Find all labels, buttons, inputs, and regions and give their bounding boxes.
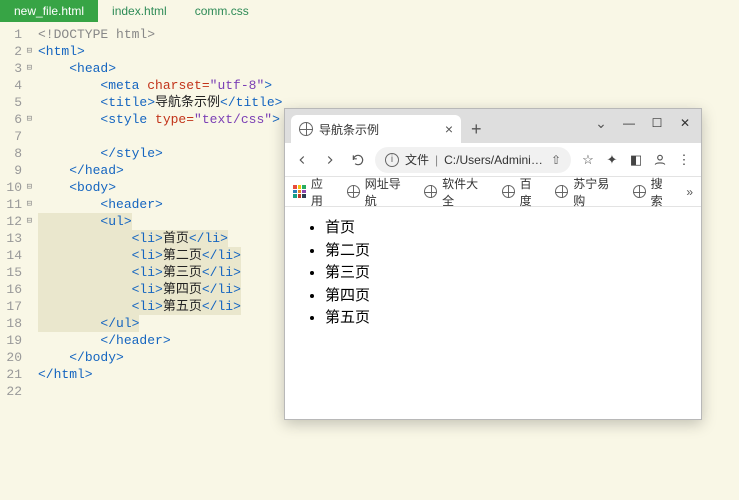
browser-tab[interactable]: 导航条示例 ×	[291, 115, 461, 143]
fold-toggle-icon[interactable]: ⊟	[24, 111, 32, 128]
page-list: 首页第二页第三页第四页第五页	[299, 217, 687, 330]
line-number: 2⊟	[0, 43, 34, 60]
page-viewport: 首页第二页第三页第四页第五页	[285, 207, 701, 419]
bookmark-item[interactable]: 软件大全	[424, 175, 489, 209]
forward-button[interactable]	[319, 149, 341, 171]
globe-icon	[502, 185, 515, 198]
line-number: 4	[0, 77, 34, 94]
list-item: 第三页	[325, 262, 687, 285]
new-tab-button[interactable]: +	[461, 115, 492, 143]
apps-label: 应用	[311, 175, 335, 209]
globe-icon	[424, 185, 437, 198]
line-number: 14	[0, 247, 34, 264]
apps-icon	[293, 185, 306, 198]
code-line[interactable]: <html>	[38, 43, 739, 60]
fold-toggle-icon[interactable]: ⊟	[24, 60, 32, 77]
fold-toggle-icon[interactable]: ⊟	[24, 213, 32, 230]
address-bar[interactable]: i 文件 | C:/Users/Administr... ⇧	[375, 147, 571, 173]
bookmark-item[interactable]: 苏宁易购	[555, 175, 620, 209]
line-number: 3⊟	[0, 60, 34, 77]
back-button[interactable]	[291, 149, 313, 171]
globe-icon	[555, 185, 568, 198]
apps-shortcut[interactable]: 应用	[293, 175, 335, 209]
line-number: 11⊟	[0, 196, 34, 213]
list-item: 第二页	[325, 240, 687, 263]
list-item: 第四页	[325, 285, 687, 308]
line-number: 22	[0, 383, 34, 400]
bookmark-label: 软件大全	[442, 175, 489, 209]
info-icon: i	[385, 153, 399, 167]
line-number: 9	[0, 162, 34, 179]
globe-icon	[633, 185, 646, 198]
line-number: 17	[0, 298, 34, 315]
browser-toolbar: i 文件 | C:/Users/Administr... ⇧ ☆ ✦ ◧ ⋮	[285, 143, 701, 177]
bookmark-item[interactable]: 百度	[502, 175, 544, 209]
browser-titlebar: 导航条示例 × + ⌄ — ☐ ✕	[285, 109, 701, 143]
fold-toggle-icon[interactable]: ⊟	[24, 43, 32, 60]
line-number: 10⊟	[0, 179, 34, 196]
line-number: 7	[0, 128, 34, 145]
bookmark-item[interactable]: 搜索	[633, 175, 675, 209]
line-number: 8	[0, 145, 34, 162]
browser-window: 导航条示例 × + ⌄ — ☐ ✕ i 文件 | C:/Users/Admini…	[284, 108, 702, 420]
bookmark-label: 苏宁易购	[573, 175, 620, 209]
profile-icon[interactable]	[649, 149, 671, 171]
star-icon[interactable]: ☆	[577, 149, 599, 171]
extensions-icon[interactable]: ✦	[601, 149, 623, 171]
editor-tab-strip: new_file.htmlindex.htmlcomm.css	[0, 0, 739, 22]
list-item: 首页	[325, 217, 687, 240]
fold-toggle-icon[interactable]: ⊟	[24, 196, 32, 213]
line-number: 6⊟	[0, 111, 34, 128]
share-icon[interactable]: ⇧	[551, 153, 561, 167]
address-path: C:/Users/Administr...	[444, 153, 545, 167]
window-controls: ⌄ — ☐ ✕	[587, 111, 699, 135]
close-window-button[interactable]: ✕	[671, 111, 699, 135]
line-number: 1	[0, 26, 34, 43]
line-number: 12⊟	[0, 213, 34, 230]
line-number: 21	[0, 366, 34, 383]
address-prefix: 文件	[405, 151, 429, 168]
line-number: 18	[0, 315, 34, 332]
line-number: 16	[0, 281, 34, 298]
bookmark-item[interactable]: 网址导航	[347, 175, 412, 209]
fold-toggle-icon[interactable]: ⊟	[24, 179, 32, 196]
editor-tab[interactable]: comm.css	[181, 0, 263, 22]
line-number: 20	[0, 349, 34, 366]
line-number-gutter: 12⊟3⊟456⊟78910⊟11⊟12⊟1314151617181920212…	[0, 26, 34, 500]
close-tab-icon[interactable]: ×	[445, 121, 453, 137]
bookmark-label: 百度	[520, 175, 544, 209]
maximize-button[interactable]: ☐	[643, 111, 671, 135]
reload-button[interactable]	[347, 149, 369, 171]
minimize-button[interactable]: —	[615, 111, 643, 135]
bookmarks-overflow-icon[interactable]: »	[686, 185, 693, 199]
globe-icon	[299, 122, 313, 136]
editor-tab[interactable]: new_file.html	[0, 0, 98, 22]
globe-icon	[347, 185, 360, 198]
code-line[interactable]: <!DOCTYPE html>	[38, 26, 739, 43]
menu-icon[interactable]: ⋮	[673, 149, 695, 171]
code-line[interactable]: <meta charset="utf-8">	[38, 77, 739, 94]
line-number: 13	[0, 230, 34, 247]
bookmark-label: 网址导航	[365, 175, 412, 209]
line-number: 15	[0, 264, 34, 281]
code-line[interactable]: <head>	[38, 60, 739, 77]
editor-tab[interactable]: index.html	[98, 0, 181, 22]
bookmarks-bar: 应用 网址导航软件大全百度苏宁易购搜索 »	[285, 177, 701, 207]
chevron-down-icon[interactable]: ⌄	[587, 111, 615, 135]
line-number: 19	[0, 332, 34, 349]
list-item: 第五页	[325, 307, 687, 330]
line-number: 5	[0, 94, 34, 111]
sidepanel-icon[interactable]: ◧	[625, 149, 647, 171]
bookmark-label: 搜索	[651, 175, 675, 209]
browser-tab-title: 导航条示例	[319, 121, 439, 138]
